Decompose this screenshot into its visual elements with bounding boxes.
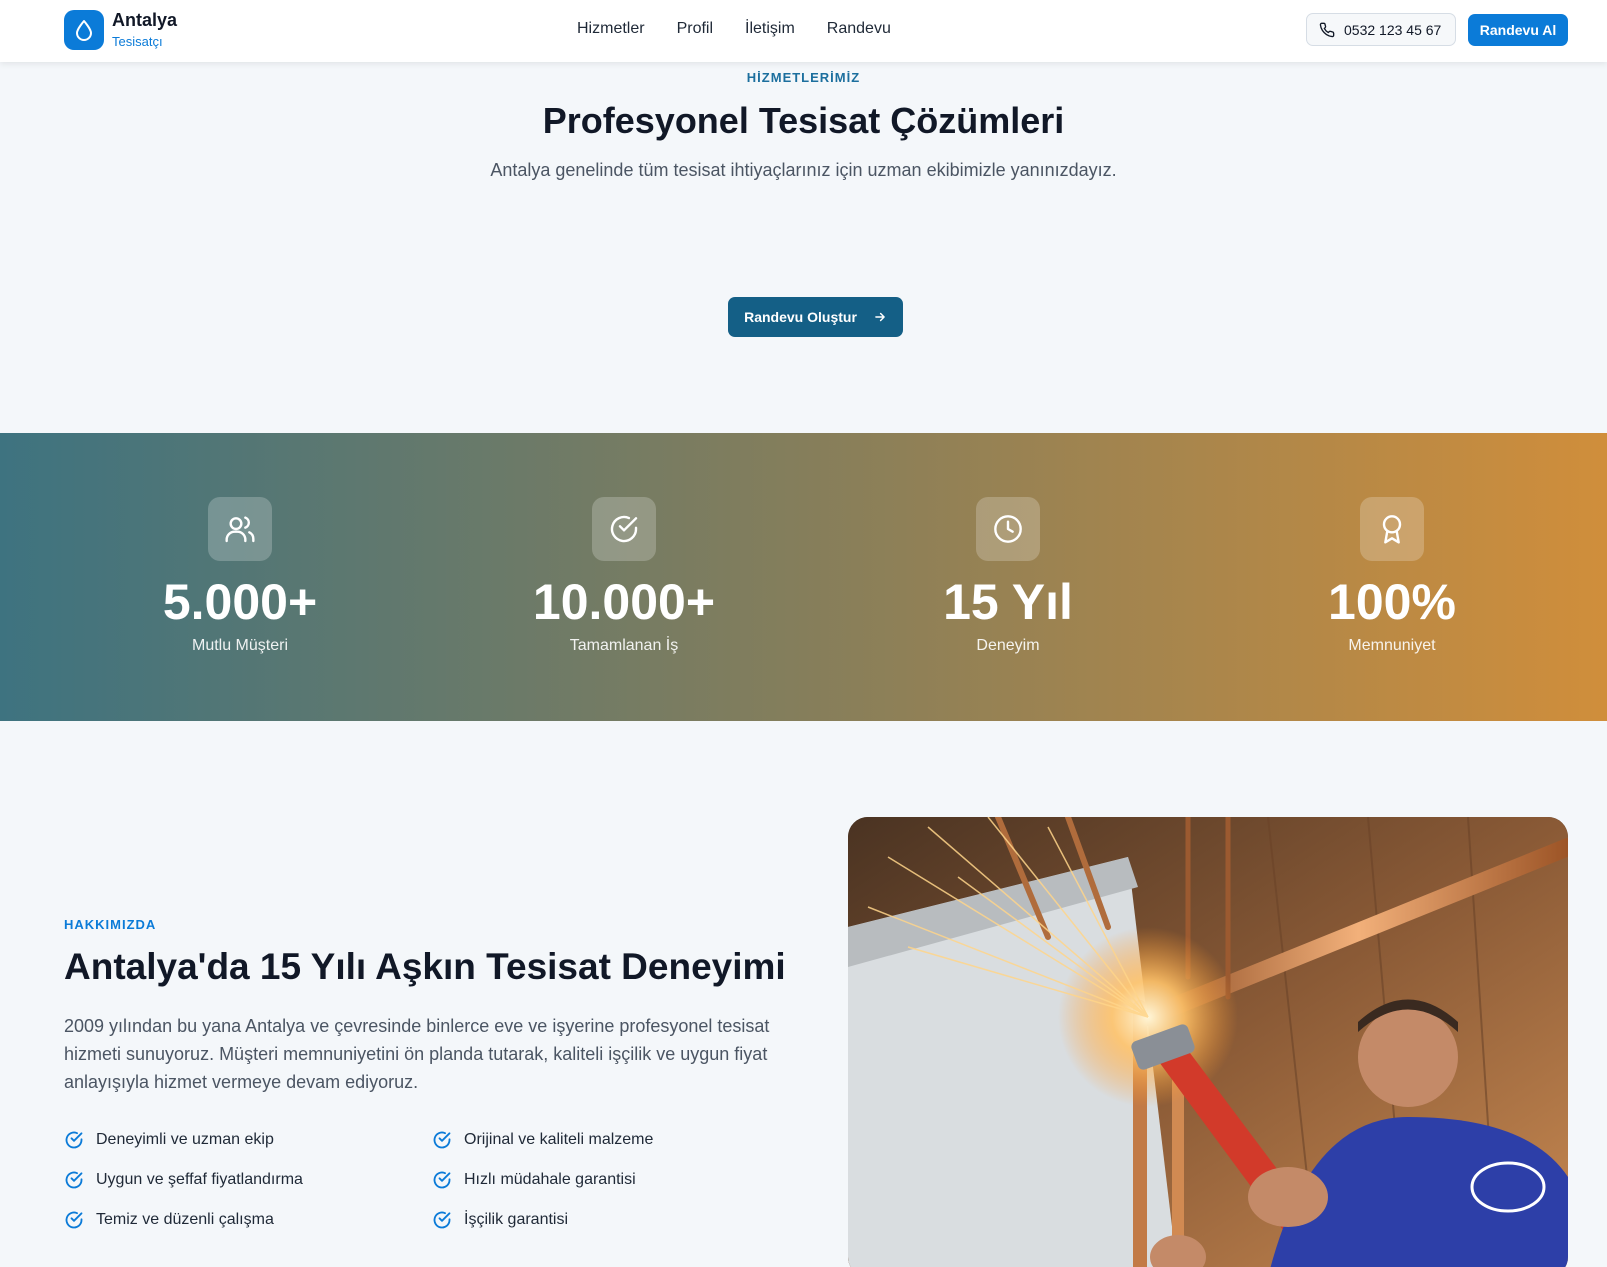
stat-label: Memnuniyet [1348,637,1436,654]
main-nav: Hizmetler Profil İletişim Randevu [577,20,891,38]
water-drop-icon [76,20,92,41]
feature-item: Orijinal ve kaliteli malzeme [432,1129,800,1151]
stat-jobs: 10.000+ Tamamlanan İş [474,433,774,721]
plumber-photo [848,817,1568,1267]
phone-number: 0532 123 45 67 [1344,21,1442,38]
stats-band: 5.000+ Mutlu Müşteri 10.000+ Tamamlanan … [0,433,1607,721]
award-icon [1360,497,1424,561]
stat-value: 100% [1328,574,1456,630]
check-circle-icon [65,1171,83,1189]
phone-button[interactable]: 0532 123 45 67 [1306,13,1456,46]
stat-value: 10.000+ [532,574,716,630]
about-text: 2009 yılından bu yana Antalya ve çevresi… [64,1016,770,1092]
feature-item: Hızlı müdahale garantisi [432,1169,800,1191]
arrow-right-icon [875,312,885,322]
check-circle-icon [433,1211,451,1229]
feature-item: Temiz ve düzenli çalışma [64,1209,432,1231]
create-appointment-label: Randevu Oluştur [744,309,857,325]
nav-item-iletisim[interactable]: İletişim [745,20,795,38]
check-circle-icon [592,497,656,561]
nav-item-randevu[interactable]: Randevu [827,20,891,38]
feature-label: Hızlı müdahale garantisi [464,1171,636,1188]
create-appointment-button[interactable]: Randevu Oluştur [728,297,903,337]
check-circle-icon [433,1171,451,1189]
feature-item: Uygun ve şeffaf fiyatlandırma [64,1169,432,1191]
stat-value: 5.000+ [162,574,318,630]
nav-item-hizmetler[interactable]: Hizmetler [577,20,645,38]
feature-label: Orijinal ve kaliteli malzeme [464,1131,654,1148]
feature-label: Deneyimli ve uzman ekip [96,1131,274,1148]
check-circle-icon [433,1131,451,1149]
users-icon [208,497,272,561]
clock-icon [976,497,1040,561]
site-header: Antalya Tesisatçı Hizmetler Profil İleti… [0,0,1607,62]
brand-name[interactable]: Antalya [112,10,177,31]
stat-label: Mutlu Müşteri [191,637,289,654]
about-title: Antalya'da 15 Yılı Aşkın Tesisat Deneyim… [64,946,786,987]
services-subtitle: Antalya genelinde tüm tesisat ihtiyaçlar… [490,160,1117,180]
feature-label: Temiz ve düzenli çalışma [96,1211,274,1228]
check-circle-icon [65,1211,83,1229]
stat-satisfaction: 100% Memnuniyet [1242,433,1542,721]
stat-label: Tamamlanan İş [569,637,679,654]
services-eyebrow: HİZMETLERİMİZ [746,70,861,85]
brand-subtitle: Tesisatçı [112,34,163,49]
feature-list: Deneyimli ve uzman ekip Orijinal ve kali… [64,1129,804,1231]
services-title: Profesyonel Tesisat Çözümleri [542,100,1065,141]
stat-value: 15 Yıl [943,574,1073,630]
nav-item-profil[interactable]: Profil [677,20,713,38]
phone-icon [1319,22,1335,37]
stat-experience: 15 Yıl Deneyim [858,433,1158,721]
stat-customers: 5.000+ Mutlu Müşteri [90,433,390,721]
feature-item: İşçilik garantisi [432,1209,800,1231]
stat-label: Deneyim [976,637,1040,654]
feature-label: İşçilik garantisi [464,1211,569,1228]
check-circle-icon [65,1131,83,1149]
logo[interactable] [64,10,104,50]
feature-item: Deneyimli ve uzman ekip [64,1129,432,1151]
appointment-button[interactable]: Randevu Al [1468,14,1568,46]
about-eyebrow: HAKKIMIZDA [64,917,157,932]
feature-label: Uygun ve şeffaf fiyatlandırma [96,1171,303,1188]
